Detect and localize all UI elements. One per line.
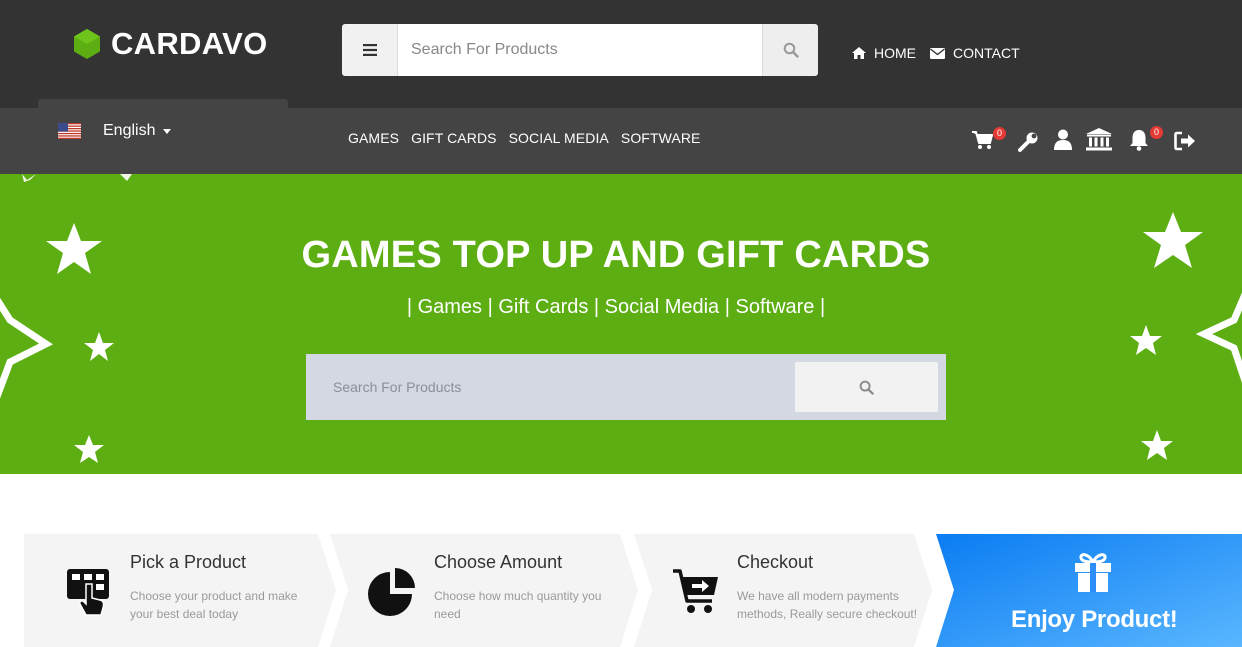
hero-search-button[interactable] — [795, 362, 938, 412]
step-title: Choose Amount — [434, 552, 563, 572]
step-title: Pick a Product — [130, 552, 247, 572]
chevron-down-icon — [163, 128, 172, 134]
search-icon — [783, 42, 799, 58]
step-pick-product: Pick a Product Choose your product and m… — [66, 534, 316, 647]
search-input[interactable] — [398, 24, 762, 76]
step-checkout: Checkout We have all modern payments met… — [672, 534, 922, 647]
category-links: GAMES GIFT CARDS SOCIAL MEDIA SOFTWARE — [348, 130, 713, 146]
nav-link-games[interactable]: GAMES — [348, 130, 399, 146]
home-icon — [852, 47, 866, 59]
header-search — [342, 24, 818, 76]
us-flag-icon — [58, 123, 81, 139]
envelope-icon — [930, 47, 945, 59]
bank-icon — [1086, 128, 1112, 151]
gift-icon — [1075, 553, 1111, 592]
cart-icon — [972, 131, 993, 149]
language-selector[interactable]: English — [58, 122, 172, 140]
header-links: HOME CONTACT — [852, 45, 1034, 61]
user-icon — [1054, 129, 1072, 150]
nav-link-gift-cards[interactable]: GIFT CARDS — [411, 130, 497, 146]
hero-title: GAMES TOP UP AND GIFT CARDS — [301, 234, 931, 276]
enjoy-product-label: Enjoy Product! — [1011, 606, 1178, 633]
star-icon — [22, 174, 36, 182]
user-toolbar: 0 0 — [972, 126, 1202, 158]
home-link-label: HOME — [874, 45, 916, 61]
star-icon — [74, 435, 104, 463]
notifications-button[interactable]: 0 — [1129, 126, 1163, 156]
wrench-icon — [1018, 132, 1038, 152]
hamburger-icon — [362, 44, 377, 56]
cart-checkout-icon — [673, 569, 718, 613]
language-label: English — [103, 122, 156, 139]
tools-button[interactable] — [1017, 131, 1039, 158]
bell-icon — [1130, 130, 1148, 151]
language-tab — [38, 99, 288, 119]
cart-button[interactable]: 0 — [972, 127, 1006, 155]
brand-name: CARDAVO — [111, 26, 268, 61]
wallet-button[interactable] — [1086, 128, 1112, 156]
notifications-badge: 0 — [1150, 126, 1163, 139]
hero-search — [306, 354, 946, 420]
nav-link-social-media[interactable]: SOCIAL MEDIA — [509, 130, 609, 146]
search-icon — [859, 380, 874, 395]
logout-button[interactable] — [1174, 131, 1196, 156]
nav-link-software[interactable]: SOFTWARE — [621, 130, 701, 146]
account-button[interactable] — [1054, 129, 1072, 155]
step-description: We have all modern payments methods, Rea… — [737, 589, 918, 621]
logout-icon — [1174, 131, 1195, 151]
tap-pick-icon — [67, 569, 109, 616]
menu-button[interactable] — [342, 24, 398, 76]
step-description: Choose how much quantity you need — [434, 589, 602, 621]
brand-logo[interactable]: CARDAVO — [72, 26, 268, 62]
star-icon — [84, 332, 114, 361]
home-link[interactable]: HOME — [852, 45, 916, 61]
cart-badge: 0 — [993, 127, 1006, 140]
hero-subtitle: | Games | Gift Cards | Social Media | So… — [406, 296, 826, 318]
star-icon — [1141, 430, 1173, 460]
step-choose-amount: Choose Amount Choose how much quantity y… — [368, 534, 618, 647]
main-nav: English GAMES GIFT CARDS SOCIAL MEDIA SO… — [0, 99, 1242, 174]
how-it-works: Pick a Product Choose your product and m… — [0, 534, 1242, 647]
top-header: CARDAVO HOME — [0, 0, 1242, 108]
search-button[interactable] — [762, 24, 818, 76]
contact-link[interactable]: CONTACT — [930, 45, 1020, 61]
pie-chart-icon — [368, 568, 415, 616]
hexagon-logo-icon — [74, 29, 100, 59]
step-description: Choose your product and make your best d… — [130, 589, 298, 621]
star-icon — [1130, 325, 1162, 355]
contact-link-label: CONTACT — [953, 45, 1020, 61]
hero-search-input[interactable] — [306, 354, 794, 420]
step-title: Checkout — [737, 552, 814, 572]
star-icon — [120, 174, 132, 181]
hero-banner: GAMES TOP UP AND GIFT CARDS | Games | Gi… — [0, 174, 1242, 474]
star-decoration — [0, 174, 1242, 463]
